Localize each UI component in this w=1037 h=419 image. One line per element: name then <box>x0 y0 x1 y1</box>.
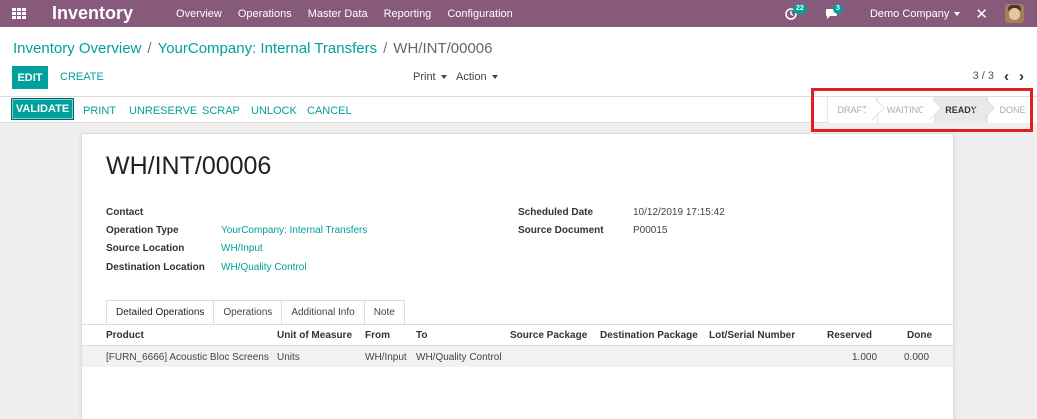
pager: 3 / 3 ‹ › <box>973 69 1024 84</box>
notebook-tabs: Detailed Operations Operations Additiona… <box>106 300 405 324</box>
create-button[interactable]: CREATE <box>60 71 104 83</box>
source-document-label: Source Document <box>518 225 604 236</box>
breadcrumb-separator: / <box>383 40 388 57</box>
company-switcher[interactable]: Demo Company <box>869 7 961 20</box>
source-document-value: P00015 <box>633 225 668 236</box>
scheduled-date-label: Scheduled Date <box>518 207 594 218</box>
action-dropdown[interactable]: Action <box>456 71 498 83</box>
cancel-button[interactable]: CANCEL <box>307 105 352 117</box>
scheduled-date-value: 10/12/2019 17:15:42 <box>633 207 725 218</box>
unreserve-button[interactable]: UNRESERVE <box>129 105 197 117</box>
validate-button[interactable]: VALIDATE <box>11 98 74 120</box>
scrap-button[interactable]: SCRAP <box>202 105 240 117</box>
chevron-right-icon[interactable]: › <box>1019 69 1024 84</box>
stage-waiting: WAITING <box>877 97 942 123</box>
top-navbar: Inventory Overview Operations Master Dat… <box>0 0 1037 27</box>
company-name: Demo Company <box>869 7 950 20</box>
breadcrumb: Inventory Overview / YourCompany: Intern… <box>13 40 493 57</box>
pager-value[interactable]: 3 / 3 <box>973 70 994 82</box>
col-from[interactable]: From <box>365 330 390 341</box>
col-done[interactable]: Done <box>907 330 932 341</box>
message-count-badge: 3 <box>832 3 843 14</box>
destination-location-value[interactable]: WH/Quality Control <box>221 262 307 273</box>
operation-type-label: Operation Type <box>106 225 179 236</box>
menu-reporting[interactable]: Reporting <box>384 8 432 20</box>
destination-location-label: Destination Location <box>106 262 205 273</box>
contact-label: Contact <box>106 207 144 218</box>
col-destination-package[interactable]: Destination Package <box>600 330 698 341</box>
caret-down-icon <box>440 75 447 79</box>
tab-operations[interactable]: Operations <box>213 300 283 324</box>
activity-count-badge: 22 <box>792 3 807 14</box>
cell-to: WH/Quality Control <box>416 352 502 363</box>
record-title: WH/INT/00006 <box>106 152 272 180</box>
col-source-package[interactable]: Source Package <box>510 330 587 341</box>
print-dropdown-label: Print <box>413 71 436 83</box>
navbar-right: 22 3 Demo Company ✕ <box>785 0 1037 27</box>
cell-reserved: 1.000 <box>852 352 878 363</box>
col-product[interactable]: Product <box>106 330 144 341</box>
main-menu: Overview Operations Master Data Reportin… <box>176 8 529 20</box>
cell-unit-of-measure: Units <box>277 352 300 363</box>
col-lot-serial-number[interactable]: Lot/Serial Number <box>709 330 795 341</box>
tab-note[interactable]: Note <box>363 300 405 324</box>
cell-done: 0.000 <box>904 352 930 363</box>
chevron-left-icon[interactable]: ‹ <box>1004 69 1009 84</box>
breadcrumb-separator: / <box>147 40 152 57</box>
operation-type-value[interactable]: YourCompany: Internal Transfers <box>221 225 367 236</box>
stage-draft: DRAFT <box>827 97 885 123</box>
breadcrumb-current: WH/INT/00006 <box>393 40 493 57</box>
source-location-value[interactable]: WH/Input <box>221 243 263 254</box>
menu-configuration[interactable]: Configuration <box>447 8 512 20</box>
cell-product: [FURN_6666] Acoustic Bloc Screens <box>106 352 269 363</box>
operations-table: Product Unit of Measure From To Source P… <box>82 325 953 367</box>
tab-additional-info[interactable]: Additional Info <box>281 300 365 324</box>
breadcrumb-internal-transfers[interactable]: YourCompany: Internal Transfers <box>158 40 378 57</box>
col-reserved[interactable]: Reserved <box>827 330 872 341</box>
menu-operations[interactable]: Operations <box>238 8 292 20</box>
messages-button[interactable]: 3 <box>825 3 843 20</box>
form-sheet: WH/INT/00006 Contact Operation Type Your… <box>81 133 954 419</box>
stage-done: DONE <box>987 97 1037 123</box>
cell-from: WH/Input <box>365 352 407 363</box>
col-unit-of-measure[interactable]: Unit of Measure <box>277 330 352 341</box>
action-dropdown-label: Action <box>456 71 487 83</box>
user-avatar[interactable] <box>1005 4 1024 23</box>
source-location-label: Source Location <box>106 243 185 254</box>
activity-button[interactable]: 22 <box>785 3 807 20</box>
tab-detailed-operations[interactable]: Detailed Operations <box>106 300 215 324</box>
menu-overview[interactable]: Overview <box>176 8 222 20</box>
stage-bar: DRAFT WAITING READY DONE <box>827 97 1037 123</box>
col-to[interactable]: To <box>416 330 427 341</box>
stage-ready: READY <box>934 97 995 123</box>
caret-down-icon <box>954 11 961 16</box>
caret-down-icon <box>491 75 498 79</box>
table-header: Product Unit of Measure From To Source P… <box>82 325 953 346</box>
breadcrumb-inventory-overview[interactable]: Inventory Overview <box>13 40 141 57</box>
edit-button[interactable]: EDIT <box>12 66 48 89</box>
print-dropdown[interactable]: Print <box>413 71 447 83</box>
control-panel: Inventory Overview / YourCompany: Intern… <box>0 27 1037 97</box>
app-name[interactable]: Inventory <box>52 3 133 24</box>
table-row[interactable]: [FURN_6666] Acoustic Bloc Screens Units … <box>82 346 953 367</box>
print-button[interactable]: PRINT <box>83 105 116 117</box>
apps-menu-icon[interactable] <box>12 7 26 20</box>
close-icon[interactable]: ✕ <box>975 5 988 23</box>
status-bar: VALIDATE PRINT UNRESERVE SCRAP UNLOCK CA… <box>0 97 1037 123</box>
unlock-button[interactable]: UNLOCK <box>251 105 297 117</box>
menu-master-data[interactable]: Master Data <box>308 8 368 20</box>
stage-done-label: DONE <box>999 105 1026 115</box>
